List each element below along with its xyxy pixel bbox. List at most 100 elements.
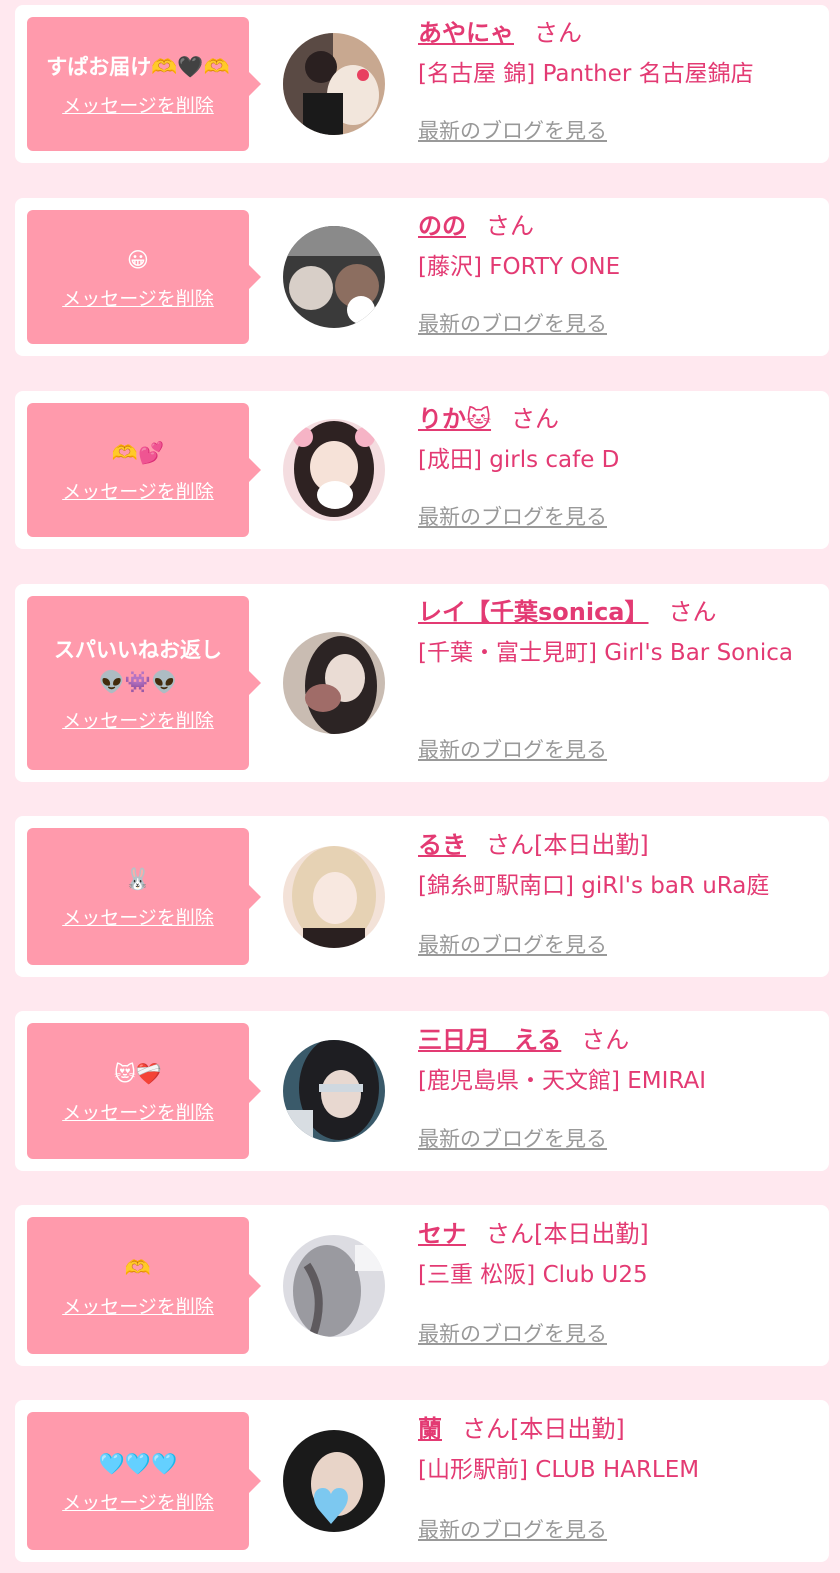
message-bubble: 😻❤️‍🩹 メッセージを削除 — [27, 1023, 249, 1159]
san-label: さん — [462, 1415, 510, 1443]
shop-name: [錦糸町駅南口] giRl's baR uRa庭 — [418, 873, 770, 899]
shop-name: [千葉・富士見町] Girl's Bar Sonica — [418, 640, 793, 666]
delete-message-link[interactable]: メッセージを削除 — [62, 903, 214, 930]
avatar[interactable] — [283, 632, 385, 734]
avatar[interactable] — [283, 1235, 385, 1337]
delete-message-link[interactable]: メッセージを削除 — [62, 1292, 214, 1319]
message-bubble: すぱお届け🫶🖤🫶 メッセージを削除 — [27, 17, 249, 151]
message-card: 🐰 メッセージを削除 るき さん[本日出勤] [錦糸町駅南口] giRl's ba… — [15, 816, 829, 977]
sender-name-link[interactable]: りか🐱 — [418, 405, 491, 433]
name-row: レイ【千葉sonica】 さん — [418, 595, 819, 629]
sender-info: るき さん[本日出勤] [錦糸町駅南口] giRl's baR uRa庭 — [418, 828, 819, 906]
message-card: 😀 メッセージを削除 のの さん [藤沢] FORTY ONE 最新のブログを見る — [15, 198, 829, 356]
message-text: 🫶 — [124, 1256, 152, 1280]
sender-name-link[interactable]: 蘭 — [418, 1415, 442, 1443]
message-list: すぱお届け🫶🖤🫶 メッセージを削除 あやにゃ さん [名古屋 錦] Panther… — [0, 0, 840, 1573]
message-card: 🫶 メッセージを削除 セナ さん[本日出勤] [三重 松阪] Club U25 最… — [15, 1205, 829, 1366]
message-card: 🩵🩵🩵 メッセージを削除 蘭さん[本日出勤] [山形駅前] CLUB HARLE… — [15, 1400, 829, 1562]
message-text: スパいいねお返し 👽👾👽 — [54, 637, 222, 694]
sender-name-link[interactable]: るき — [418, 831, 466, 859]
avatar[interactable] — [283, 1430, 385, 1532]
attendance-label: [本日出勤] — [534, 831, 649, 859]
message-bubble: 😀 メッセージを削除 — [27, 210, 249, 344]
avatar-photo — [283, 1040, 385, 1142]
san-label: さん — [668, 598, 717, 626]
latest-blog-link[interactable]: 最新のブログを見る — [418, 1123, 607, 1153]
message-card: 😻❤️‍🩹 メッセージを削除 三日月 える さん [鹿児島県・天文館] EMIRA… — [15, 1011, 829, 1171]
latest-blog-link[interactable]: 最新のブログを見る — [418, 115, 607, 145]
delete-message-link[interactable]: メッセージを削除 — [62, 706, 214, 733]
latest-blog-link[interactable]: 最新のブログを見る — [418, 929, 607, 959]
latest-blog-link[interactable]: 最新のブログを見る — [418, 1514, 607, 1544]
name-row: セナ さん[本日出勤] — [418, 1217, 819, 1251]
avatar[interactable] — [283, 1040, 385, 1142]
sender-info: りか🐱 さん [成田] girls cafe D — [418, 402, 819, 480]
avatar-photo — [283, 1235, 385, 1337]
message-text: すぱお届け🫶🖤🫶 — [46, 54, 230, 79]
name-row: るき さん[本日出勤] — [418, 828, 819, 862]
delete-message-link[interactable]: メッセージを削除 — [62, 284, 214, 311]
sender-info: 三日月 える さん [鹿児島県・天文館] EMIRAI — [418, 1023, 819, 1101]
attendance-label: [本日出勤] — [534, 1220, 649, 1248]
name-row: あやにゃ さん — [418, 16, 819, 50]
sender-info: レイ【千葉sonica】 さん [千葉・富士見町] Girl's Bar Soni… — [418, 595, 819, 673]
sender-name-link[interactable]: セナ — [418, 1220, 466, 1248]
shop-name: [鹿児島県・天文館] EMIRAI — [418, 1068, 706, 1094]
avatar-photo — [283, 846, 385, 948]
avatar-photo — [283, 1430, 385, 1532]
shop-name: [山形駅前] CLUB HARLEM — [418, 1457, 700, 1483]
message-bubble: 🫶💕 メッセージを削除 — [27, 403, 249, 537]
message-text: 😻❤️‍🩹 — [113, 1061, 163, 1086]
sender-info: セナ さん[本日出勤] [三重 松阪] Club U25 — [418, 1217, 819, 1295]
latest-blog-link[interactable]: 最新のブログを見る — [418, 501, 607, 531]
message-card: スパいいねお返し 👽👾👽 メッセージを削除 レイ【千葉sonica】 さん [千葉… — [15, 584, 829, 782]
shop-name: [三重 松阪] Club U25 — [418, 1262, 648, 1288]
name-row: のの さん — [418, 209, 819, 243]
shop-name: [藤沢] FORTY ONE — [418, 254, 621, 280]
message-bubble: 🫶 メッセージを削除 — [27, 1217, 249, 1354]
san-label: さん — [581, 1026, 630, 1054]
latest-blog-link[interactable]: 最新のブログを見る — [418, 308, 607, 338]
sender-name-link[interactable]: のの — [418, 212, 466, 240]
avatar-photo — [283, 33, 385, 135]
message-text: 🐰 — [124, 867, 152, 891]
sender-info: あやにゃ さん [名古屋 錦] Panther 名古屋錦店 — [418, 16, 819, 94]
san-label: さん — [534, 19, 582, 47]
san-label: さん — [486, 212, 534, 240]
name-row: 蘭さん[本日出勤] — [418, 1412, 819, 1446]
shop-name: [成田] girls cafe D — [418, 447, 620, 473]
name-row: りか🐱 さん — [418, 402, 819, 436]
shop-name: [名古屋 錦] Panther 名古屋錦店 — [418, 61, 754, 87]
attendance-label: [本日出勤] — [510, 1415, 625, 1443]
avatar[interactable] — [283, 226, 385, 328]
avatar[interactable] — [283, 846, 385, 948]
message-bubble: 🐰 メッセージを削除 — [27, 828, 249, 965]
message-card: 🫶💕 メッセージを削除 りか🐱 さん [成田] girls cafe D 最新のブ… — [15, 391, 829, 549]
delete-message-link[interactable]: メッセージを削除 — [62, 477, 214, 504]
avatar[interactable] — [283, 33, 385, 135]
sender-name-link[interactable]: あやにゃ — [418, 19, 514, 47]
name-row: 三日月 える さん — [418, 1023, 819, 1057]
avatar-photo — [283, 632, 385, 734]
message-text: 🫶💕 — [111, 440, 165, 465]
avatar-photo — [283, 226, 385, 328]
sender-info: のの さん [藤沢] FORTY ONE — [418, 209, 819, 287]
sender-name-link[interactable]: レイ【千葉sonica】 — [418, 598, 649, 626]
san-label: さん — [486, 831, 534, 859]
delete-message-link[interactable]: メッセージを削除 — [62, 1488, 214, 1515]
delete-message-link[interactable]: メッセージを削除 — [62, 91, 214, 118]
latest-blog-link[interactable]: 最新のブログを見る — [418, 734, 607, 764]
message-bubble: スパいいねお返し 👽👾👽 メッセージを削除 — [27, 596, 249, 770]
avatar-photo — [283, 419, 385, 521]
san-label: さん — [511, 405, 560, 433]
latest-blog-link[interactable]: 最新のブログを見る — [418, 1318, 607, 1348]
san-label: さん — [486, 1220, 534, 1248]
message-text: 🩵🩵🩵 — [98, 1451, 178, 1476]
delete-message-link[interactable]: メッセージを削除 — [62, 1098, 214, 1125]
sender-info: 蘭さん[本日出勤] [山形駅前] CLUB HARLEM — [418, 1412, 819, 1490]
message-card: すぱお届け🫶🖤🫶 メッセージを削除 あやにゃ さん [名古屋 錦] Panther… — [15, 5, 829, 163]
message-text: 😀 — [127, 247, 149, 272]
avatar[interactable] — [283, 419, 385, 521]
message-bubble: 🩵🩵🩵 メッセージを削除 — [27, 1412, 249, 1550]
sender-name-link[interactable]: 三日月 える — [418, 1026, 561, 1054]
